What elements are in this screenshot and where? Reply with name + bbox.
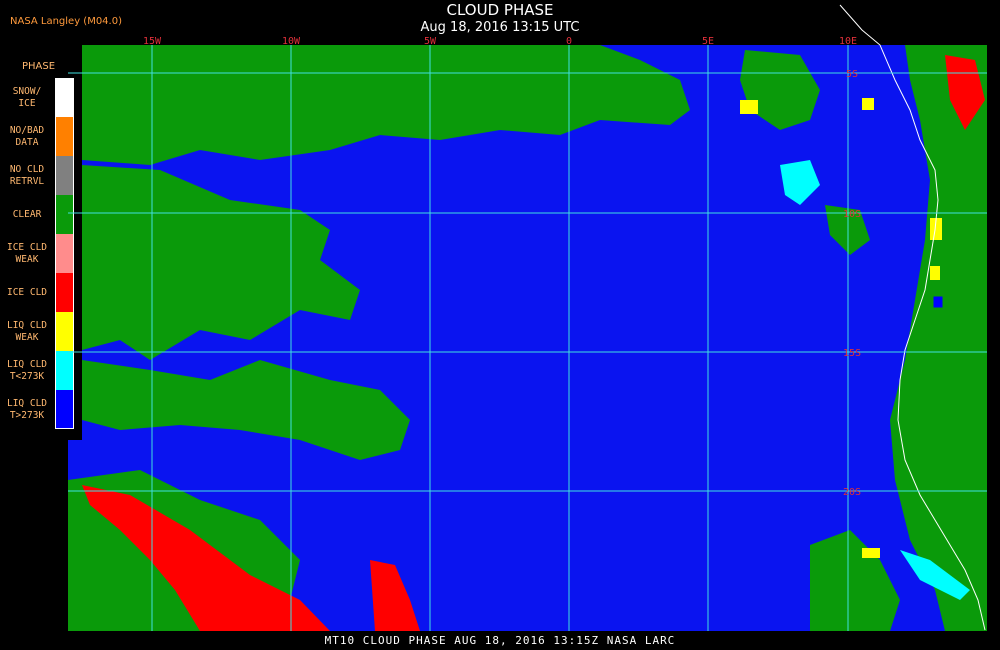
longitude-label: 10W — [282, 36, 301, 47]
latitude-label: 5S — [846, 69, 858, 80]
longitude-label: 0 — [566, 36, 572, 47]
footer-caption: MT10 CLOUD PHASE AUG 18, 2016 13:15Z NAS… — [324, 634, 676, 647]
longitude-label: 10E — [839, 36, 857, 47]
liquid-weak-spot-3 — [862, 98, 874, 110]
longitude-label: 15W — [143, 36, 162, 47]
latitude-label: 10S — [843, 209, 861, 220]
cloud-phase-map: 15W 10W 5W 0 5E 10E 5S 10S 15S 20S — [68, 4, 987, 631]
latitude-label: 20S — [843, 487, 861, 498]
longitude-label: 5W — [424, 36, 437, 47]
latitude-label: 15S — [843, 348, 861, 359]
liquid-weak-spot-5 — [740, 100, 758, 114]
liquid-weak-spot-2 — [930, 266, 940, 280]
longitude-label: 5E — [702, 36, 714, 47]
liquid-weak-spot-4 — [862, 548, 880, 558]
no-data-spot — [932, 295, 944, 309]
